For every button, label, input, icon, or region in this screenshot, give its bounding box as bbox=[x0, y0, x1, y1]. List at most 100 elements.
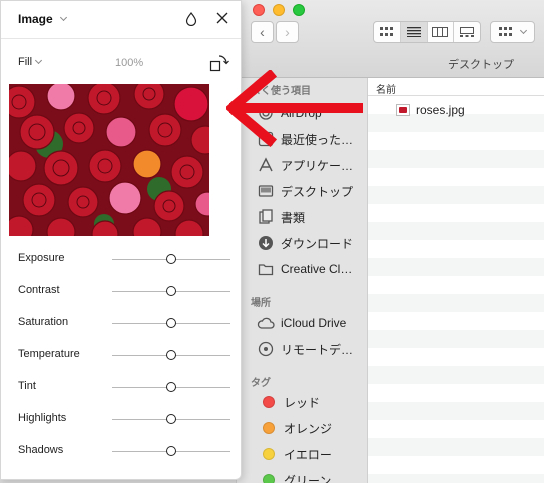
file-name: roses.jpg bbox=[416, 103, 465, 117]
tint-adjustment: Tint bbox=[1, 377, 241, 397]
finder-toolbar: ‹ › デスクトップ bbox=[237, 0, 544, 78]
panel-title: Image bbox=[18, 12, 53, 26]
sidebar-item-applications[interactable]: アプリケー… bbox=[257, 154, 367, 176]
list-view-icon bbox=[406, 27, 421, 37]
sidebar-item-label: アプリケー… bbox=[281, 158, 354, 173]
gallery-view-button[interactable] bbox=[454, 22, 480, 42]
saturation-slider-knob[interactable] bbox=[166, 318, 176, 328]
tags-header: タグ bbox=[251, 378, 271, 389]
icon-view-icon bbox=[379, 27, 393, 36]
contrast-label: Contrast bbox=[18, 284, 60, 296]
close-window-button[interactable] bbox=[253, 4, 265, 16]
contrast-slider-knob[interactable] bbox=[166, 286, 176, 296]
sidebar-item-tag-yellow[interactable]: イエロー bbox=[257, 443, 367, 465]
sidebar-item-label: 書類 bbox=[281, 210, 306, 225]
list-row-background bbox=[368, 222, 544, 240]
list-row-background bbox=[368, 132, 544, 150]
temperature-label: Temperature bbox=[18, 348, 80, 360]
column-view-button[interactable] bbox=[428, 22, 455, 42]
sidebar-item-icloud-drive[interactable]: iCloud Drive bbox=[257, 312, 367, 334]
red-arrow-annotation bbox=[226, 70, 363, 148]
fill-label: Fill bbox=[18, 56, 33, 68]
chevron-right-icon: › bbox=[285, 24, 290, 40]
shadows-label: Shadows bbox=[18, 444, 64, 456]
sidebar-item-creative-cloud[interactable]: Creative Cl… bbox=[257, 258, 367, 280]
panel-title-dropdown[interactable]: Image bbox=[18, 12, 67, 26]
list-row-background bbox=[368, 258, 544, 276]
sidebar-item-label: イエロー bbox=[284, 447, 332, 462]
roses-photo bbox=[9, 84, 209, 236]
gallery-view-icon bbox=[460, 27, 475, 37]
highlights-slider-knob[interactable] bbox=[166, 414, 176, 424]
sidebar-item-label: デスクトップ bbox=[281, 184, 354, 199]
chevron-down-icon bbox=[59, 13, 67, 22]
list-row-background bbox=[368, 240, 544, 258]
jpeg-file-icon bbox=[396, 104, 410, 116]
highlights-label: Highlights bbox=[18, 412, 67, 424]
list-row-background bbox=[368, 204, 544, 222]
tag-dot-icon bbox=[263, 448, 275, 460]
sidebar-item-downloads[interactable]: ダウンロード bbox=[257, 232, 367, 254]
list-row-background bbox=[368, 312, 544, 330]
contrast-adjustment: Contrast bbox=[1, 281, 241, 301]
list-row-background bbox=[368, 420, 544, 438]
sidebar-item-remote-disc[interactable]: リモートデ… bbox=[257, 338, 367, 360]
group-icon bbox=[499, 27, 512, 36]
tint-label: Tint bbox=[18, 380, 36, 392]
minimize-window-button[interactable] bbox=[273, 4, 285, 16]
opacity-drop-icon[interactable] bbox=[185, 12, 197, 26]
sidebar-item-label: iCloud Drive bbox=[281, 316, 347, 330]
exposure-adjustment: Exposure bbox=[1, 249, 241, 269]
temperature-slider-knob[interactable] bbox=[166, 350, 176, 360]
list-row-background bbox=[368, 366, 544, 384]
sidebar-item-desktop[interactable]: デスクトップ bbox=[257, 180, 367, 202]
remote-disc-icon bbox=[257, 340, 275, 358]
downloads-icon bbox=[257, 234, 275, 252]
list-row-background bbox=[368, 348, 544, 366]
highlights-adjustment: Highlights bbox=[1, 409, 241, 429]
documents-icon bbox=[257, 208, 275, 226]
list-row-background bbox=[368, 384, 544, 402]
shadows-slider-knob[interactable] bbox=[166, 446, 176, 456]
list-view-button[interactable] bbox=[400, 22, 428, 42]
sidebar-item-label: グリーン bbox=[284, 473, 332, 483]
group-by-button[interactable] bbox=[490, 21, 535, 43]
saturation-label: Saturation bbox=[18, 316, 69, 328]
desktop-icon bbox=[257, 182, 275, 200]
image-preview[interactable] bbox=[9, 84, 209, 236]
sidebar-item-documents[interactable]: 書類 bbox=[257, 206, 367, 228]
sidebar-item-tag-green[interactable]: グリーン bbox=[257, 469, 367, 483]
sidebar-item-label: ダウンロード bbox=[281, 236, 354, 251]
sidebar-item-tag-red[interactable]: レッド bbox=[257, 391, 367, 413]
tag-dot-icon bbox=[263, 422, 275, 434]
icon-view-button[interactable] bbox=[374, 22, 401, 42]
temperature-adjustment: Temperature bbox=[1, 345, 241, 365]
sidebar-item-tag-orange[interactable]: オレンジ bbox=[257, 417, 367, 439]
list-row-background bbox=[368, 402, 544, 420]
exposure-slider-knob[interactable] bbox=[166, 254, 176, 264]
file-row-roses[interactable]: roses.jpg bbox=[396, 102, 465, 118]
list-row-background bbox=[368, 150, 544, 168]
name-column-header[interactable]: 名前 bbox=[368, 78, 544, 96]
list-row-background bbox=[368, 276, 544, 294]
list-row-background bbox=[368, 456, 544, 474]
image-properties-panel: Image Fill 100% Exposure Contrast Satura… bbox=[0, 0, 242, 480]
fill-opacity-value[interactable]: 100% bbox=[115, 57, 143, 69]
list-row-background bbox=[368, 186, 544, 204]
list-row-background bbox=[368, 330, 544, 348]
close-icon[interactable] bbox=[214, 10, 230, 26]
forward-button[interactable]: › bbox=[276, 21, 299, 43]
view-mode-segmented-control bbox=[373, 21, 481, 43]
shadows-adjustment: Shadows bbox=[1, 441, 241, 461]
list-row-background bbox=[368, 438, 544, 456]
tint-slider-knob[interactable] bbox=[166, 382, 176, 392]
fill-mode-dropdown[interactable]: Fill bbox=[18, 56, 43, 68]
chevron-down-icon bbox=[519, 26, 528, 35]
icloud-icon bbox=[257, 314, 275, 332]
zoom-window-button[interactable] bbox=[293, 4, 305, 16]
exposure-label: Exposure bbox=[18, 252, 65, 264]
column-view-icon bbox=[432, 27, 449, 37]
saturation-adjustment: Saturation bbox=[1, 313, 241, 333]
sidebar-item-label: レッド bbox=[284, 395, 321, 410]
back-button[interactable]: ‹ bbox=[251, 21, 274, 43]
